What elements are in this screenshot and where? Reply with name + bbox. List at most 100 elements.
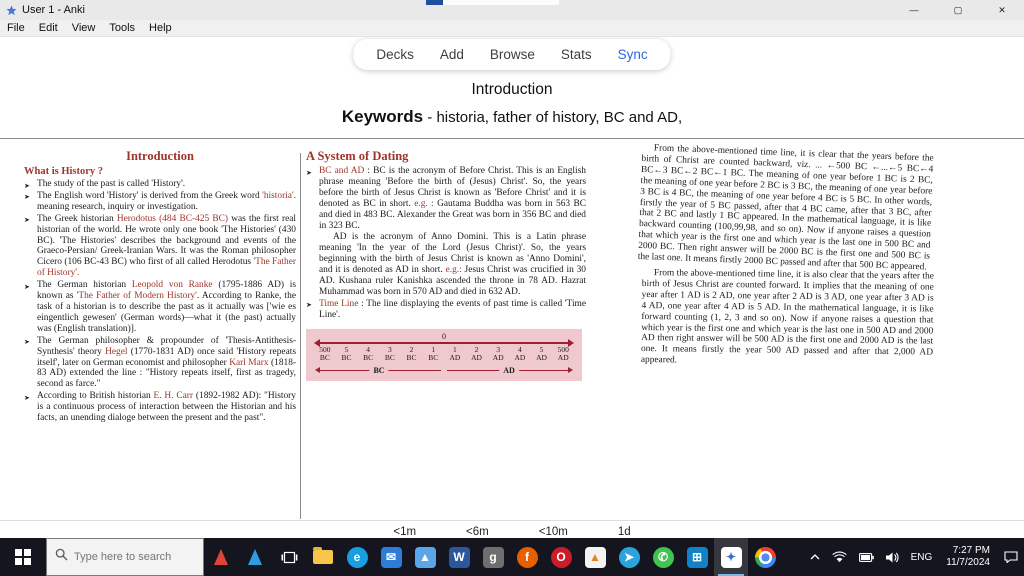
bullet-arrow-icon: ➤ (306, 168, 312, 179)
flask-red-icon[interactable] (204, 538, 238, 576)
taskbar-clock[interactable]: 7:27 PM 11/7/2024 (938, 545, 998, 570)
windows-logo-icon (15, 549, 31, 565)
top-white-strip (443, 0, 559, 5)
menu-file[interactable]: File (0, 20, 32, 36)
mail-icon[interactable]: ✉ (374, 538, 408, 576)
left-column: Introduction What is History ? ➤The stud… (24, 149, 296, 425)
timeline-tick-7: 1AD (444, 346, 466, 363)
gimp-icon[interactable]: g (476, 538, 510, 576)
left-column-body: ➤The study of the past is called 'Histor… (24, 179, 296, 424)
timeline-tick-12: 500AD (552, 346, 574, 363)
history-bullet-5: ➤The German philosopher & propounder of … (24, 336, 296, 391)
start-button[interactable] (0, 538, 46, 576)
maximize-button[interactable]: ▢ (936, 0, 980, 20)
firefox-icon[interactable]: f (510, 538, 544, 576)
top-accent-bar (426, 0, 443, 5)
menu-edit[interactable]: Edit (32, 20, 65, 36)
history-bullet-4: ➤The German historian Leopold von Ranke … (24, 280, 296, 335)
bullet-arrow-icon: ➤ (306, 300, 312, 311)
taskbar-search[interactable] (46, 538, 204, 576)
dating-block-3: ➤Time Line : The line displaying the eve… (306, 299, 586, 321)
history-bullet-6: ➤According to British historian E. H. Ca… (24, 391, 296, 424)
window-controls: — ▢ ✕ (892, 0, 1024, 20)
dating-block-1: ➤BC and AD : BC is the acronym of Before… (306, 166, 586, 231)
window-title: User 1 - Anki (22, 4, 85, 16)
volume-icon[interactable] (880, 538, 905, 576)
nav-decks-button[interactable]: Decks (365, 43, 425, 66)
telegram-icon[interactable]: ➤ (612, 538, 646, 576)
nav-stats-button[interactable]: Stats (550, 43, 603, 66)
edge-icon[interactable]: e (340, 538, 374, 576)
battery-icon[interactable] (853, 538, 880, 576)
whatsapp-icon[interactable]: ✆ (646, 538, 680, 576)
bullet-arrow-icon: ➤ (24, 192, 30, 203)
language-indicator[interactable]: ENG (905, 538, 939, 576)
timeline-explanation-para-2: From the above-mentioned time line, it i… (641, 268, 934, 370)
answer-time-label-4[interactable]: 1d (618, 526, 631, 538)
bullet-arrow-icon: ➤ (24, 393, 30, 404)
menu-bar: FileEditViewToolsHelp (0, 20, 1024, 37)
bc-era-arrow: BC (314, 365, 444, 376)
system-tray: ENG 7:27 PM 11/7/2024 (804, 538, 1024, 576)
taskbar-apps: e✉▲WgfO▲➤✆⊞✦ (204, 538, 782, 576)
search-input[interactable] (74, 551, 192, 563)
nav-sync-button[interactable]: Sync (607, 43, 659, 66)
menu-view[interactable]: View (65, 20, 103, 36)
timeline-zero-label: 0 (314, 332, 574, 341)
bc-era-label: BC (369, 366, 388, 375)
bullet-arrow-icon: ➤ (24, 215, 30, 226)
what-is-history-subheading: What is History ? (24, 166, 296, 177)
bullet-arrow-icon: ➤ (24, 337, 30, 348)
flask-blue-icon[interactable] (238, 538, 272, 576)
store-icon[interactable]: ⊞ (680, 538, 714, 576)
timeline-tick-1: 500BC (314, 346, 336, 363)
answer-time-label-1[interactable]: <1m (393, 526, 416, 538)
anki-icon[interactable]: ✦ (714, 538, 748, 576)
answer-time-label-2[interactable]: <6m (466, 526, 489, 538)
search-icon (55, 548, 68, 566)
middle-column-body: ➤BC and AD : BC is the acronym of Before… (306, 166, 586, 321)
taskbar: e✉▲WgfO▲➤✆⊞✦ ENG 7:27 PM 11/7/2024 (0, 538, 1024, 576)
timeline-tick-8: 2AD (466, 346, 488, 363)
history-bullet-3: ➤The Greek historian Herodotus (484 BC-4… (24, 214, 296, 279)
action-center-icon[interactable] (998, 538, 1024, 576)
timeline-tick-4: 3BC (379, 346, 401, 363)
timeline-tick-10: 4AD (509, 346, 531, 363)
nav-toolbar: DecksAddBrowseStatsSync (353, 39, 670, 70)
word-icon[interactable]: W (442, 538, 476, 576)
answer-labels: <1m <6m <10m 1d (393, 526, 630, 538)
ad-era-arrow: AD (444, 365, 574, 376)
minimize-button[interactable]: — (892, 0, 936, 20)
timeline-explanation-para-1: From the above-mentioned time line, it i… (638, 143, 934, 274)
nav-browse-button[interactable]: Browse (479, 43, 546, 66)
menu-help[interactable]: Help (142, 20, 179, 36)
history-bullet-2: ➤The English word 'History' is derived f… (24, 191, 296, 213)
timeline-tick-5: 2BC (401, 346, 423, 363)
task-view-icon[interactable] (272, 538, 306, 576)
column-rule (300, 153, 301, 519)
timeline-scale: 500BC5BC4BC3BC2BC1BC1AD2AD3AD4AD5AD500AD (314, 346, 574, 363)
vlc-icon[interactable]: ▲ (578, 538, 612, 576)
ad-era-label: AD (499, 366, 519, 375)
wifi-icon[interactable] (826, 538, 853, 576)
answer-time-label-3[interactable]: <10m (539, 526, 568, 538)
clock-time: 7:27 PM (946, 545, 990, 558)
photos-icon[interactable]: ▲ (408, 538, 442, 576)
bullet-arrow-icon: ➤ (24, 282, 30, 293)
timeline-figure: 0 500BC5BC4BC3BC2BC1BC1AD2AD3AD4AD5AD500… (306, 329, 582, 381)
file-explorer-icon[interactable] (306, 538, 340, 576)
anki-app-icon (6, 5, 17, 16)
keywords-text: - historia, father of history, BC and AD… (423, 109, 682, 126)
opera-icon[interactable]: O (544, 538, 578, 576)
menu-tools[interactable]: Tools (102, 20, 142, 36)
close-button[interactable]: ✕ (980, 0, 1024, 20)
timeline-tick-9: 3AD (487, 346, 509, 363)
hidden-icons-chevron[interactable] (804, 538, 826, 576)
card-keywords: Keywords - historia, father of history, … (0, 107, 1024, 127)
right-column: From the above-mentioned time line, it i… (642, 143, 934, 366)
card-divider (0, 138, 1024, 139)
chrome-icon[interactable] (748, 538, 782, 576)
nav-add-button[interactable]: Add (429, 43, 475, 66)
main-content: DecksAddBrowseStatsSync Introduction Key… (0, 37, 1024, 538)
timeline-tick-2: 5BC (336, 346, 358, 363)
